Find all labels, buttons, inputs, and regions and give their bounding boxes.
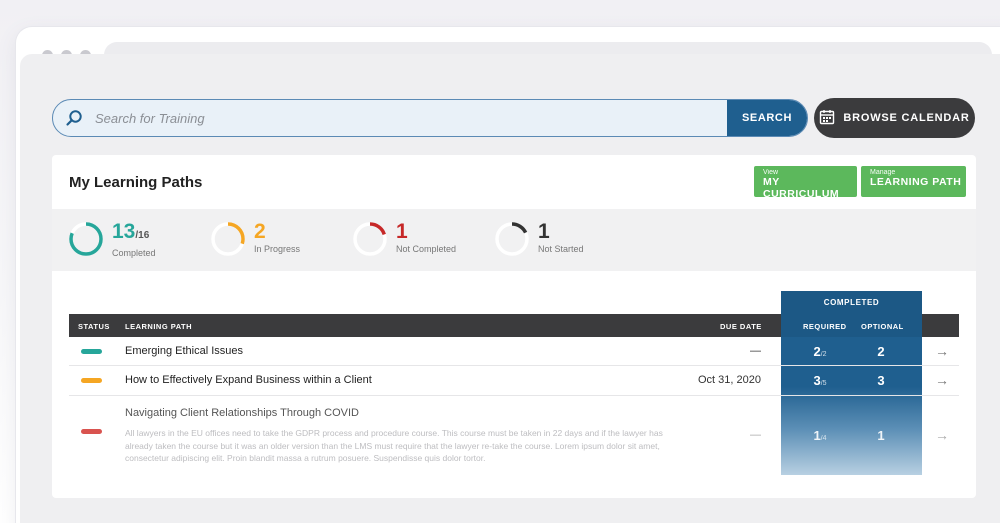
learning-path-title[interactable]: Emerging Ethical Issues [125,345,243,357]
table-row[interactable]: Navigating Client Relationships Through … [69,396,959,476]
search-icon [53,100,95,136]
stat-label: In Progress [254,244,301,254]
due-date: Oct 31, 2020 [698,374,761,386]
arrow-right-icon[interactable]: → [935,372,949,388]
table-row[interactable]: Emerging Ethical Issues — 2/2 2 → [69,337,959,366]
stat-not-completed[interactable]: 1 Not Completed [352,221,456,257]
stat-value: 1 [538,220,550,243]
table-header: STATUS LEARNING PATH DUE DATE REQUIRED O… [69,314,959,337]
column-status: STATUS [78,322,110,331]
column-due-date: DUE DATE [720,322,762,331]
learning-paths-card: My Learning Paths View MY CURRICULUM Man… [52,155,976,498]
stats-bar: 13/16 Completed 2 In Progress 1 Not Comp… [52,209,976,271]
stat-completed[interactable]: 13/16 Completed [68,221,156,258]
progress-ring-icon [211,222,245,256]
required-count: 3/5 [813,373,827,388]
required-count: 1/4 [813,428,827,443]
table-row[interactable]: How to Effectively Expand Business withi… [69,366,959,396]
arrow-right-icon[interactable]: → [935,343,949,359]
stat-value: 2 [254,220,266,243]
completed-column-header: COMPLETED [781,291,922,314]
due-date: — [750,345,761,357]
column-required: REQUIRED [803,322,847,331]
arrow-right-icon[interactable]: → [935,427,949,443]
calendar-icon [819,109,835,128]
browse-calendar-button[interactable]: BROWSE CALENDAR [814,98,975,138]
status-indicator [81,378,102,383]
search-bar: SEARCH [52,99,808,137]
stat-value: 13/16 [112,220,150,243]
button-caption: View [763,169,779,176]
stat-label: Not Completed [396,244,457,254]
stat-value: 1 [396,220,408,243]
progress-ring-icon [495,222,529,256]
learning-path-title[interactable]: Navigating Client Relationships Through … [125,407,359,419]
learning-path-description: All lawyers in the EU offices need to ta… [125,428,663,463]
optional-count: 1 [877,428,885,443]
stat-not-started[interactable]: 1 Not Started [494,221,584,257]
stat-label: Completed [112,248,156,258]
column-learning-path: LEARNING PATH [125,322,193,331]
progress-ring-icon [69,222,103,256]
search-button[interactable]: SEARCH [727,100,807,136]
manage-learning-path-button[interactable]: Manage LEARNING PATH [861,166,966,197]
learning-path-title[interactable]: How to Effectively Expand Business withi… [125,374,372,386]
button-label: LEARNING PATH [870,176,962,188]
card-title: My Learning Paths [69,174,203,191]
status-indicator [81,349,102,354]
stat-in-progress[interactable]: 2 In Progress [210,221,300,257]
button-caption: Manage [870,169,896,176]
status-indicator [81,429,102,434]
browse-calendar-label: BROWSE CALENDAR [843,112,970,124]
due-date: — [750,429,761,441]
search-input[interactable] [95,100,727,136]
stat-label: Not Started [538,244,584,254]
progress-ring-icon [353,222,387,256]
optional-count: 2 [877,344,885,359]
required-count: 2/2 [813,344,827,359]
stat-total: /16 [135,230,150,241]
column-optional: OPTIONAL [861,322,904,331]
optional-count: 3 [877,373,885,388]
button-label: MY CURRICULUM [763,176,840,200]
view-my-curriculum-button[interactable]: View MY CURRICULUM [754,166,857,200]
